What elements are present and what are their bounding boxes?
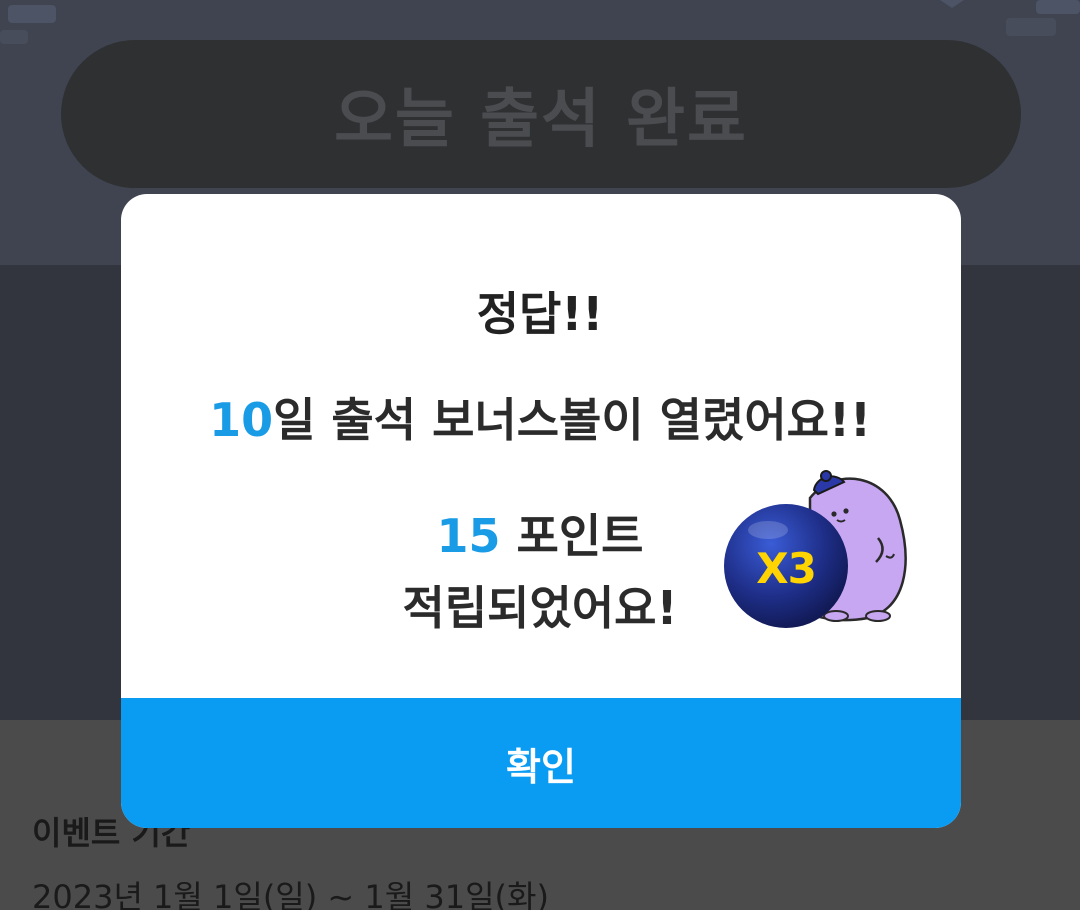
top-indicator-icon: [940, 0, 964, 8]
modal-title: 정답!!: [476, 287, 604, 341]
screen: 오늘 출석 완료 이벤트 기간 2023년 1월 1일(일) ~ 1월 31일(…: [0, 0, 1080, 910]
points-message: 15 포인트: [340, 500, 740, 566]
points-unit: 포인트: [500, 509, 644, 563]
bonus-ball-icon: X3: [724, 536, 848, 600]
confirm-button[interactable]: 확인: [121, 698, 961, 828]
bonus-message-text: 일 출석 보너스볼이 열렸어요!!: [273, 393, 871, 447]
points-saved-message: 적립되었어요!: [402, 581, 678, 635]
bonus-days-count: 10: [209, 393, 274, 447]
top-right-tab-secondary: [1006, 18, 1056, 36]
points-value: 15: [436, 509, 501, 563]
event-period-dates: 2023년 1월 1일(일) ~ 1월 31일(화): [32, 878, 549, 910]
bonus-ball-multiplier: X3: [756, 543, 817, 593]
bonus-message: 10일 출석 보너스볼이 열렸어요!!: [0, 384, 1080, 450]
top-right-tab: [1036, 0, 1080, 14]
attendance-complete-button[interactable]: 오늘 출석 완료: [61, 40, 1021, 188]
top-left-tab: [8, 5, 56, 23]
top-left-tab-secondary: [0, 30, 28, 44]
